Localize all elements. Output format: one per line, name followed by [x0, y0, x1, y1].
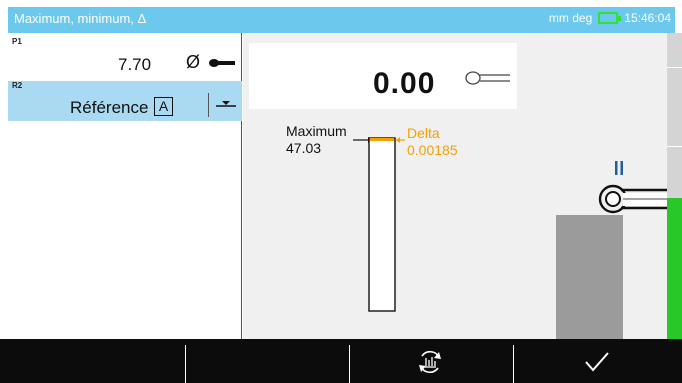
softkey-1[interactable] [0, 339, 185, 383]
row-tag-p1: P1 [12, 37, 22, 46]
parameter-list: P1 7.70 Ø R2 Référence A [8, 33, 242, 339]
parameter-row-p1[interactable]: P1 7.70 Ø [8, 37, 242, 81]
status-area: mm deg 15:46:04 [549, 11, 671, 25]
p1-value: 7.70 [118, 55, 152, 74]
delta-arrowhead [396, 137, 400, 143]
clock: 15:46:04 [624, 11, 671, 25]
probe-icon [209, 59, 235, 67]
reference-label: Référence [70, 98, 149, 117]
refresh-chart-icon [419, 350, 441, 374]
gauge-bar [368, 137, 396, 312]
battery-charging-icon [598, 12, 622, 24]
title-bar: Maximum, minimum, Δ mm deg 15:46:04 [0, 0, 682, 33]
delta-marker [370, 138, 394, 141]
pause-icon [615, 161, 623, 175]
units-label: mm deg [548, 11, 593, 25]
strip-tick [667, 146, 682, 147]
scale-strip [667, 33, 682, 339]
probe-tip-inner [605, 191, 621, 207]
diameter-icon: Ø [186, 52, 201, 72]
reference-set-icon[interactable] [216, 99, 236, 111]
softkey-bar [0, 339, 682, 383]
softkey-2[interactable] [186, 339, 349, 383]
part-block [556, 215, 623, 339]
reference-separator [208, 93, 209, 117]
softkey-3[interactable] [350, 339, 513, 383]
row-tag-r2: R2 [12, 81, 23, 90]
parameter-row-r2[interactable]: R2 Référence A [8, 81, 242, 121]
title-bar-inner: Maximum, minimum, Δ mm deg 15:46:04 [8, 7, 675, 33]
reference-badge: A [154, 97, 173, 116]
softkey-4[interactable] [514, 339, 682, 383]
measurement-panel: 0.00 Maximum 47.03 Delta 0.00185 [243, 33, 667, 339]
checkmark-icon [585, 352, 609, 372]
screen-title: Maximum, minimum, Δ [14, 11, 147, 26]
strip-tick [667, 67, 682, 68]
tolerance-zone [667, 198, 682, 339]
